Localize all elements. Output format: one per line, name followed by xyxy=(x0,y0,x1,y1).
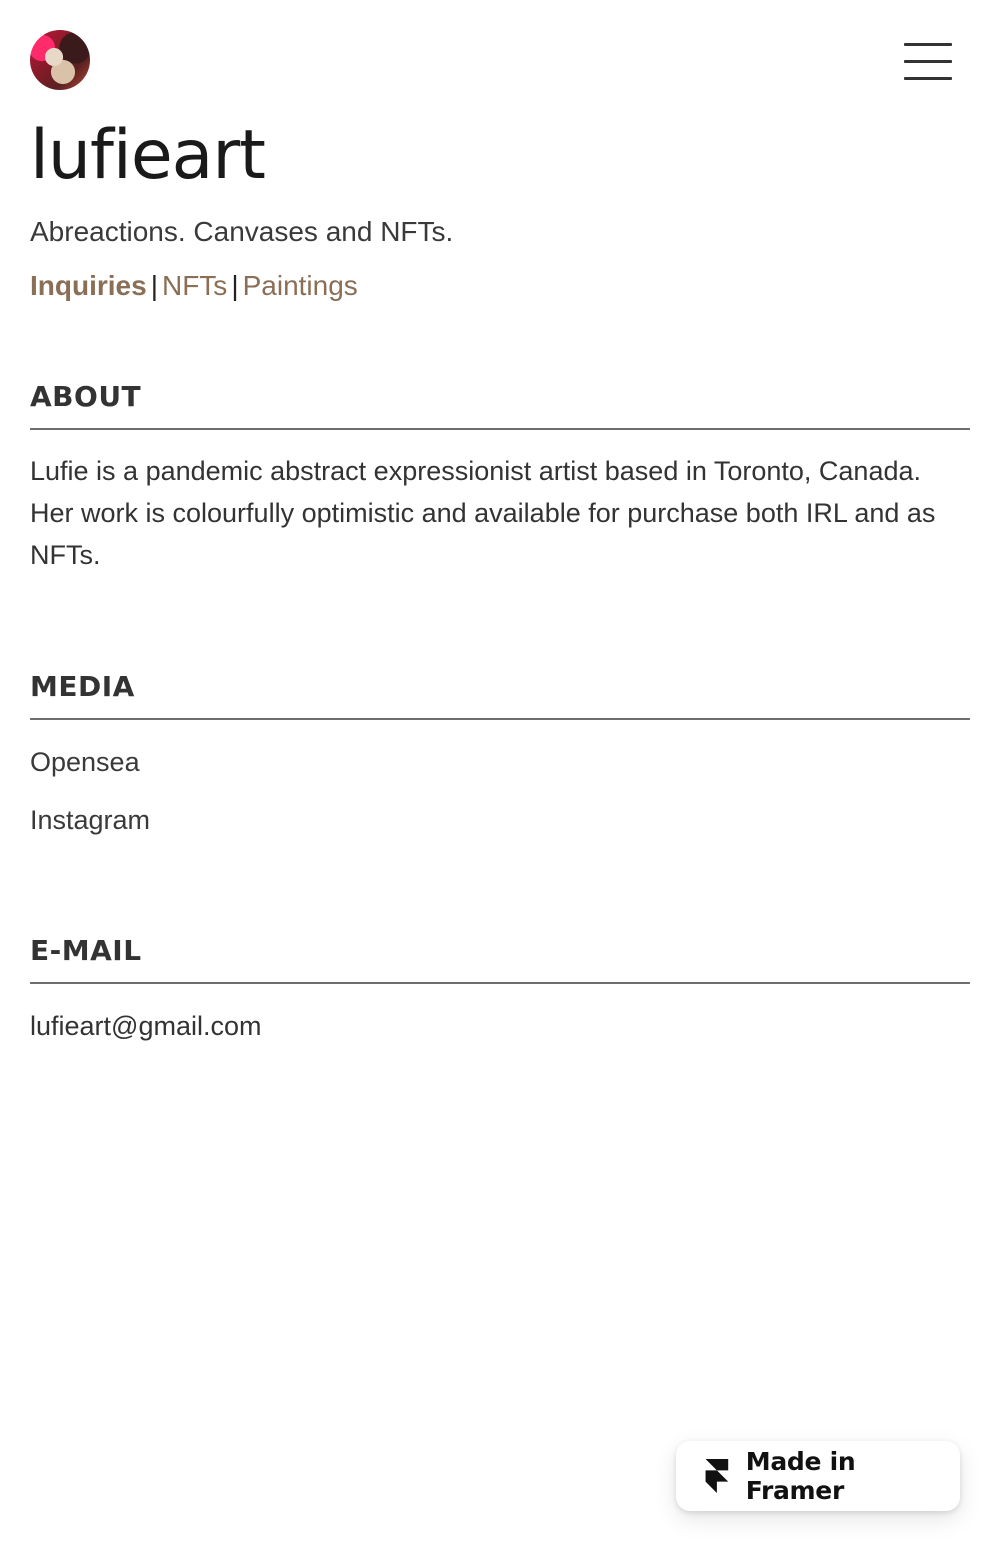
separator: | xyxy=(150,270,158,301)
email-heading: E-MAIL xyxy=(30,934,970,984)
instagram-link[interactable]: Instagram xyxy=(30,800,150,840)
nav-links: Inquiries | NFTs | Paintings xyxy=(30,266,358,306)
page-title: lufieart xyxy=(30,116,266,195)
hamburger-menu-icon[interactable] xyxy=(898,38,958,86)
avatar[interactable] xyxy=(30,30,90,90)
inquiries-link[interactable]: Inquiries xyxy=(30,270,147,301)
media-heading: MEDIA xyxy=(30,670,970,720)
opensea-link[interactable]: Opensea xyxy=(30,742,150,782)
separator: | xyxy=(231,270,239,301)
about-text: Lufie is a pandemic abstract expressioni… xyxy=(30,456,936,570)
menu-bar xyxy=(904,60,952,63)
framer-logo-icon xyxy=(705,1459,729,1493)
nfts-link[interactable]: NFTs xyxy=(162,270,227,301)
menu-bar xyxy=(904,77,952,80)
made-in-framer-badge[interactable]: Made in Framer xyxy=(676,1441,960,1511)
paintings-link[interactable]: Paintings xyxy=(243,270,358,301)
menu-bar xyxy=(904,43,952,46)
media-list: Opensea Instagram xyxy=(30,742,150,858)
about-heading: ABOUT xyxy=(30,380,970,430)
email-link[interactable]: lufieart@gmail.com xyxy=(30,1006,261,1046)
badge-label: Made in Framer xyxy=(745,1447,856,1505)
tagline: Abreactions. Canvases and NFTs. xyxy=(30,216,454,247)
